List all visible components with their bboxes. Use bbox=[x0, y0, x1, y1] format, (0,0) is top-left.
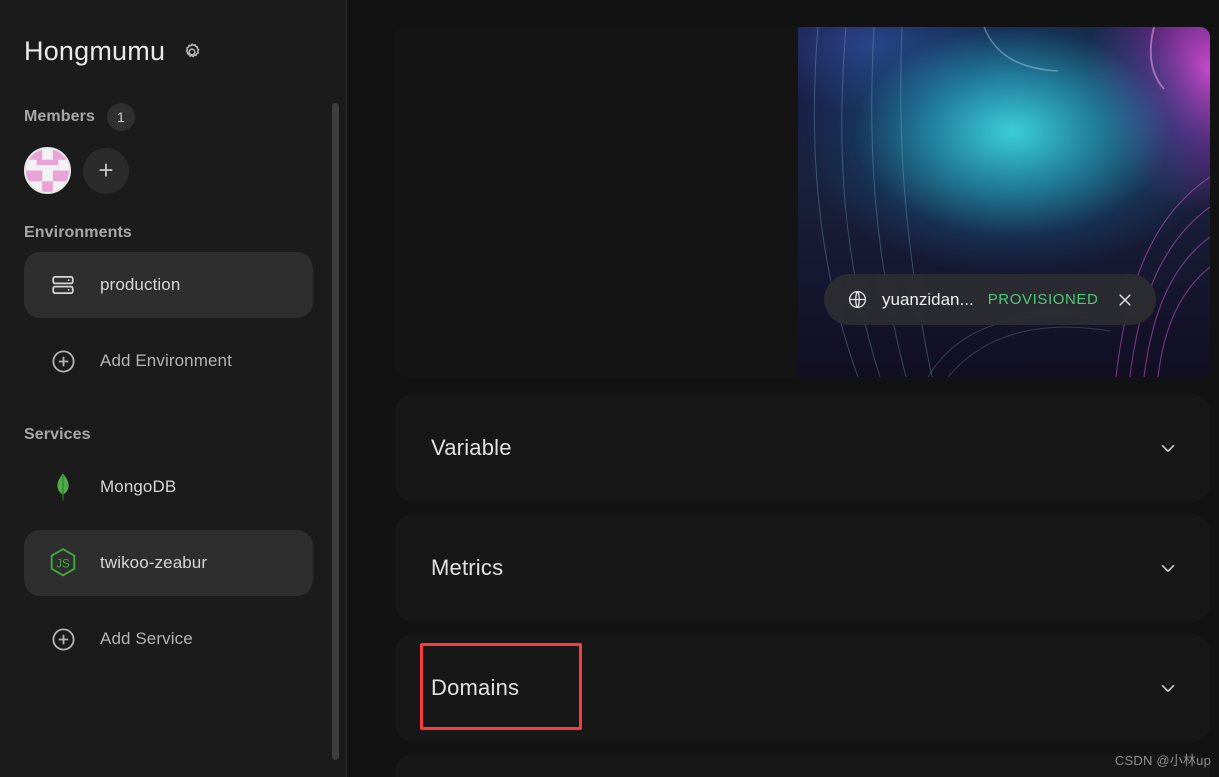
mongodb-leaf-icon bbox=[48, 472, 78, 502]
globe-icon bbox=[846, 289, 868, 311]
sidebar-item-mongodb[interactable]: MongoDB bbox=[24, 454, 313, 520]
chevron-down-icon[interactable] bbox=[1156, 556, 1180, 580]
environments-section: Environments production Add Environment bbox=[0, 224, 346, 394]
sidebar-item-add-service[interactable]: Add Service bbox=[24, 606, 313, 672]
close-icon[interactable] bbox=[1114, 289, 1136, 311]
scrollbar-thumb[interactable] bbox=[332, 103, 339, 760]
sidebar-scrollbar[interactable] bbox=[332, 103, 339, 760]
sidebar-item-label: production bbox=[100, 275, 181, 294]
org-title: Hongmumu bbox=[24, 36, 166, 66]
sidebar-item-add-environment[interactable]: Add Environment bbox=[24, 328, 313, 394]
gear-icon[interactable] bbox=[179, 39, 205, 65]
status-badge: PROVISIONED bbox=[987, 291, 1099, 308]
services-label: Services bbox=[24, 426, 91, 443]
svg-text:JS: JS bbox=[56, 558, 70, 570]
panel-metrics[interactable]: Metrics bbox=[395, 514, 1210, 622]
services-section: Services MongoDB JS twikoo-zeabur Add Se… bbox=[0, 426, 346, 672]
chevron-down-icon[interactable] bbox=[1156, 436, 1180, 460]
domain-name: yuanzidan... bbox=[882, 289, 974, 309]
avatar[interactable] bbox=[24, 147, 71, 194]
sidebar-item-label: twikoo-zeabur bbox=[100, 553, 208, 572]
members-count-badge: 1 bbox=[106, 103, 135, 131]
panel-title: Metrics bbox=[431, 555, 504, 580]
org-header: Hongmumu bbox=[0, 0, 346, 65]
panel-domains[interactable]: Domains bbox=[395, 634, 1210, 742]
nodejs-hexagon-icon: JS bbox=[48, 548, 78, 578]
sidebar-item-production[interactable]: production bbox=[24, 252, 313, 318]
user-avatar-identicon bbox=[26, 149, 69, 192]
plus-icon: + bbox=[98, 154, 114, 185]
sidebar-item-label: MongoDB bbox=[100, 477, 177, 496]
sidebar-item-label: Add Service bbox=[100, 629, 193, 648]
panel-next[interactable] bbox=[395, 754, 1210, 777]
panel-variable[interactable]: Variable bbox=[395, 394, 1210, 502]
members-header: Members 1 bbox=[0, 103, 346, 131]
members-avatars: + bbox=[0, 147, 346, 194]
panel-title: Variable bbox=[431, 435, 512, 460]
add-member-button[interactable]: + bbox=[83, 147, 129, 194]
domain-badge[interactable]: yuanzidan... PROVISIONED bbox=[824, 274, 1157, 325]
plus-circle-icon bbox=[48, 346, 78, 376]
members-label: Members bbox=[24, 108, 95, 125]
service-hero-card: yuanzidan... PROVISIONED bbox=[395, 27, 1210, 377]
sidebar-item-twikoo-zeabur[interactable]: JS twikoo-zeabur bbox=[24, 530, 313, 596]
database-icon bbox=[48, 270, 78, 300]
sidebar: Hongmumu Members 1 + Environments produc… bbox=[0, 0, 347, 777]
hero-gradient-art: yuanzidan... PROVISIONED bbox=[798, 27, 1210, 377]
app-root: Hongmumu Members 1 + Environments produc… bbox=[0, 0, 1219, 777]
sidebar-item-label: Add Environment bbox=[100, 351, 232, 370]
main-content: yuanzidan... PROVISIONED Variable Metric… bbox=[347, 0, 1219, 777]
chevron-down-icon[interactable] bbox=[1156, 676, 1180, 700]
panel-title: Domains bbox=[431, 675, 520, 700]
environments-label: Environments bbox=[24, 224, 132, 241]
plus-circle-icon bbox=[48, 624, 78, 654]
